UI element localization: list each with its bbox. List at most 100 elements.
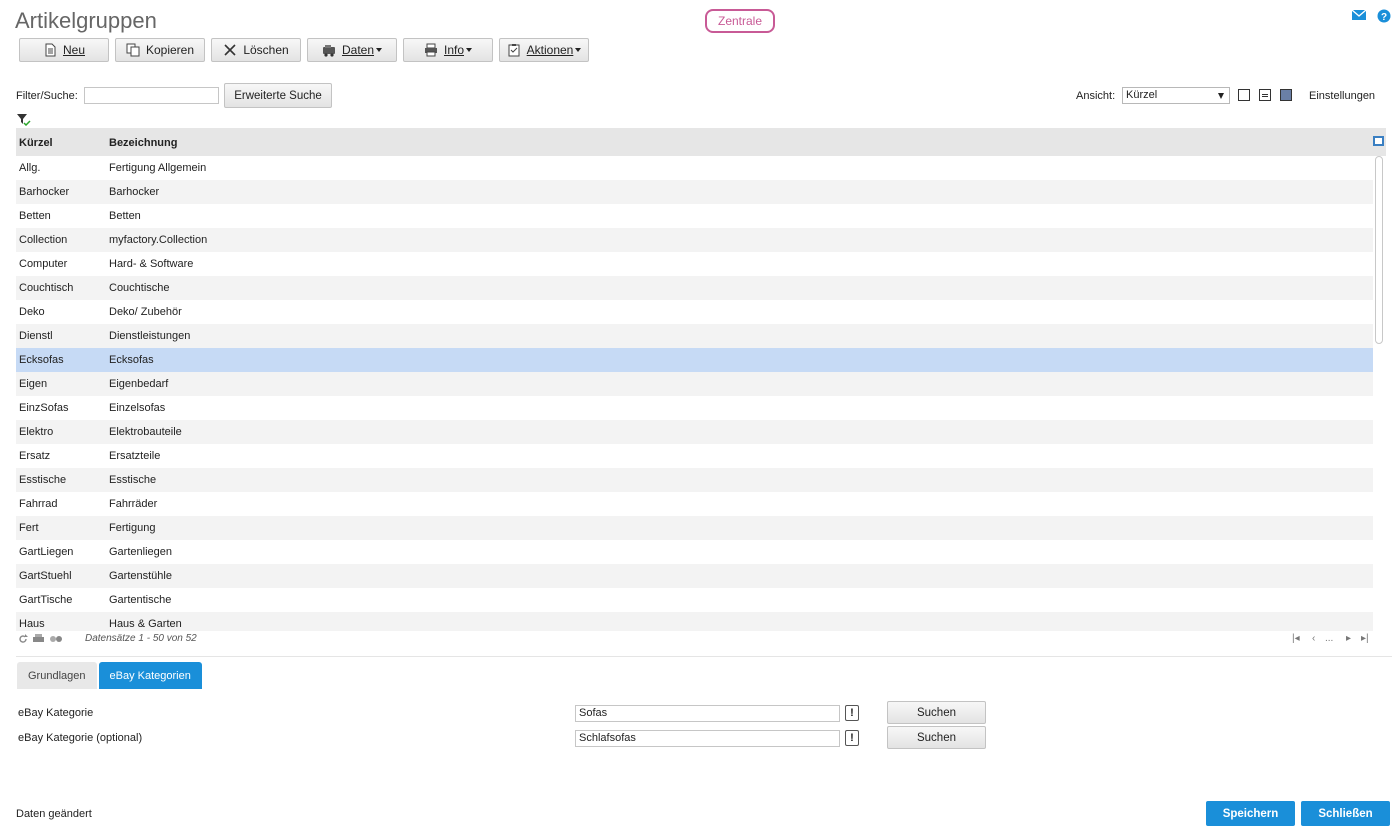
table-row[interactable]: Computer Hard- & Software xyxy=(16,252,1373,276)
table-row[interactable]: Elektro Elektrobauteile xyxy=(16,420,1373,444)
cell-description: Ecksofas xyxy=(109,354,154,366)
mail-icon[interactable] xyxy=(1352,9,1366,21)
ebay-category-input[interactable]: Sofas xyxy=(575,705,840,722)
table-row[interactable]: Allg. Fertigung Allgemein xyxy=(16,156,1373,180)
ebay-category-optional-input[interactable]: Schlafsofas xyxy=(575,730,840,747)
cell-description: Dienstleistungen xyxy=(109,330,191,342)
chevron-down-icon xyxy=(466,48,472,52)
cell-description: Elektrobauteile xyxy=(109,426,182,438)
table-row[interactable]: Fert Fertigung xyxy=(16,516,1373,540)
settings-link[interactable]: Einstellungen xyxy=(1309,90,1375,102)
table-row[interactable]: Haus Haus & Garten xyxy=(16,612,1373,631)
clipboard-icon xyxy=(508,44,520,57)
filter-bar: Filter/Suche: Erweiterte Suche Ansicht: … xyxy=(16,83,1376,109)
cell-code: EinzSofas xyxy=(19,402,69,414)
cell-description: Esstische xyxy=(109,474,157,486)
table-row[interactable]: Eigen Eigenbedarf xyxy=(16,372,1373,396)
column-chooser-icon[interactable] xyxy=(1373,136,1384,146)
ebay-category-search-button[interactable]: Suchen xyxy=(887,701,986,724)
status-text: Daten geändert xyxy=(16,808,92,820)
table-row[interactable]: Collection myfactory.Collection xyxy=(16,228,1373,252)
svg-text:?: ? xyxy=(1381,12,1387,23)
previous-page-icon[interactable]: ‹ xyxy=(1312,633,1315,644)
refresh-icon[interactable] xyxy=(18,634,28,644)
cell-code: Collection xyxy=(19,234,68,246)
cell-code: Barhocker xyxy=(19,186,70,198)
section-divider xyxy=(16,656,1392,657)
filter-input[interactable] xyxy=(84,87,219,104)
page-ellipsis[interactable]: ... xyxy=(1325,633,1333,644)
table-row[interactable]: Fahrrad Fahrräder xyxy=(16,492,1373,516)
table-row[interactable]: Barhocker Barhocker xyxy=(16,180,1373,204)
table-row[interactable]: Couchtisch Couchtische xyxy=(16,276,1373,300)
table-row[interactable]: EinzSofas Einzelsofas xyxy=(16,396,1373,420)
info-menu-button[interactable]: Info xyxy=(403,38,493,62)
table-row[interactable]: Betten Betten xyxy=(16,204,1373,228)
column-header-description[interactable]: Bezeichnung xyxy=(109,137,177,149)
cell-code: GartStuehl xyxy=(19,570,72,582)
first-page-icon[interactable]: |◂ xyxy=(1292,633,1300,644)
chevron-down-icon xyxy=(575,48,582,52)
view-full-icon[interactable] xyxy=(1280,89,1292,101)
dropdown-arrow-icon xyxy=(1218,93,1224,99)
cell-description: Haus & Garten xyxy=(109,618,182,630)
delete-button[interactable]: Löschen xyxy=(211,38,301,62)
table-row[interactable]: Deko Deko/ Zubehör xyxy=(16,300,1373,324)
data-menu-button[interactable]: Daten xyxy=(307,38,397,62)
cell-code: Fert xyxy=(19,522,39,534)
cell-description: Gartentische xyxy=(109,594,172,606)
columns-toggle-icon[interactable] xyxy=(49,634,63,644)
print-icon[interactable] xyxy=(33,634,44,644)
cell-code: Haus xyxy=(19,618,45,630)
copy-button[interactable]: Kopieren xyxy=(115,38,205,62)
table-row[interactable]: GartStuehl Gartenstühle xyxy=(16,564,1373,588)
table-row[interactable]: Esstische Esstische xyxy=(16,468,1373,492)
copy-icon xyxy=(126,43,140,57)
view-single-icon[interactable] xyxy=(1238,89,1250,101)
cell-description: Hard- & Software xyxy=(109,258,194,270)
record-count: Datensätze 1 - 50 von 52 xyxy=(85,633,197,644)
toolbar: Neu Kopieren Löschen Daten Info Aktionen xyxy=(19,38,595,62)
extended-search-button[interactable]: Erweiterte Suche xyxy=(224,83,332,108)
client-badge[interactable]: Zentrale xyxy=(705,9,775,33)
view-split-icon[interactable] xyxy=(1259,89,1271,101)
table-row[interactable]: Dienstl Dienstleistungen xyxy=(16,324,1373,348)
cell-description: Gartenliegen xyxy=(109,546,172,558)
cell-code: Betten xyxy=(19,210,51,222)
cell-code: Deko xyxy=(19,306,45,318)
close-button[interactable]: Schließen xyxy=(1301,801,1390,826)
database-icon xyxy=(322,45,335,57)
cell-code: Ecksofas xyxy=(19,354,64,366)
view-select[interactable]: Kürzel xyxy=(1122,87,1230,104)
cell-code: Dienstl xyxy=(19,330,53,342)
column-header-code[interactable]: Kürzel xyxy=(19,137,53,149)
ebay-category-optional-search-button[interactable]: Suchen xyxy=(887,726,986,749)
scrollbar-thumb[interactable] xyxy=(1375,156,1383,344)
table-row[interactable]: Ersatz Ersatzteile xyxy=(16,444,1373,468)
table-row[interactable]: GartTische Gartentische xyxy=(16,588,1373,612)
cell-code: Computer xyxy=(19,258,68,270)
tab-grundlagen[interactable]: Grundlagen xyxy=(17,662,97,689)
new-button[interactable]: Neu xyxy=(19,38,109,62)
ebay-category-optional-hint-button[interactable]: ! xyxy=(845,730,859,746)
ebay-category-label: eBay Kategorie xyxy=(18,707,94,719)
table-row[interactable]: Ecksofas Ecksofas xyxy=(16,348,1373,372)
cell-description: Betten xyxy=(109,210,141,222)
cell-description: myfactory.Collection xyxy=(109,234,208,246)
ebay-category-hint-button[interactable]: ! xyxy=(845,705,859,721)
help-icon[interactable]: ? xyxy=(1377,9,1391,23)
actions-menu-button[interactable]: Aktionen xyxy=(499,38,589,62)
cell-description: Gartenstühle xyxy=(109,570,172,582)
tab-ebay-kategorien[interactable]: eBay Kategorien xyxy=(98,662,202,689)
cell-code: Allg. xyxy=(19,162,41,174)
cell-description: Eigenbedarf xyxy=(109,378,169,390)
last-page-icon[interactable]: ▸| xyxy=(1361,633,1369,644)
table-row[interactable]: GartLiegen Gartenliegen xyxy=(16,540,1373,564)
next-page-icon[interactable]: ▸ xyxy=(1346,633,1351,644)
printer-icon xyxy=(424,43,437,57)
cell-description: Einzelsofas xyxy=(109,402,166,414)
document-icon xyxy=(45,43,56,57)
filter-icon[interactable] xyxy=(17,114,31,126)
filter-label: Filter/Suche: xyxy=(16,90,78,102)
save-button[interactable]: Speichern xyxy=(1206,801,1295,826)
